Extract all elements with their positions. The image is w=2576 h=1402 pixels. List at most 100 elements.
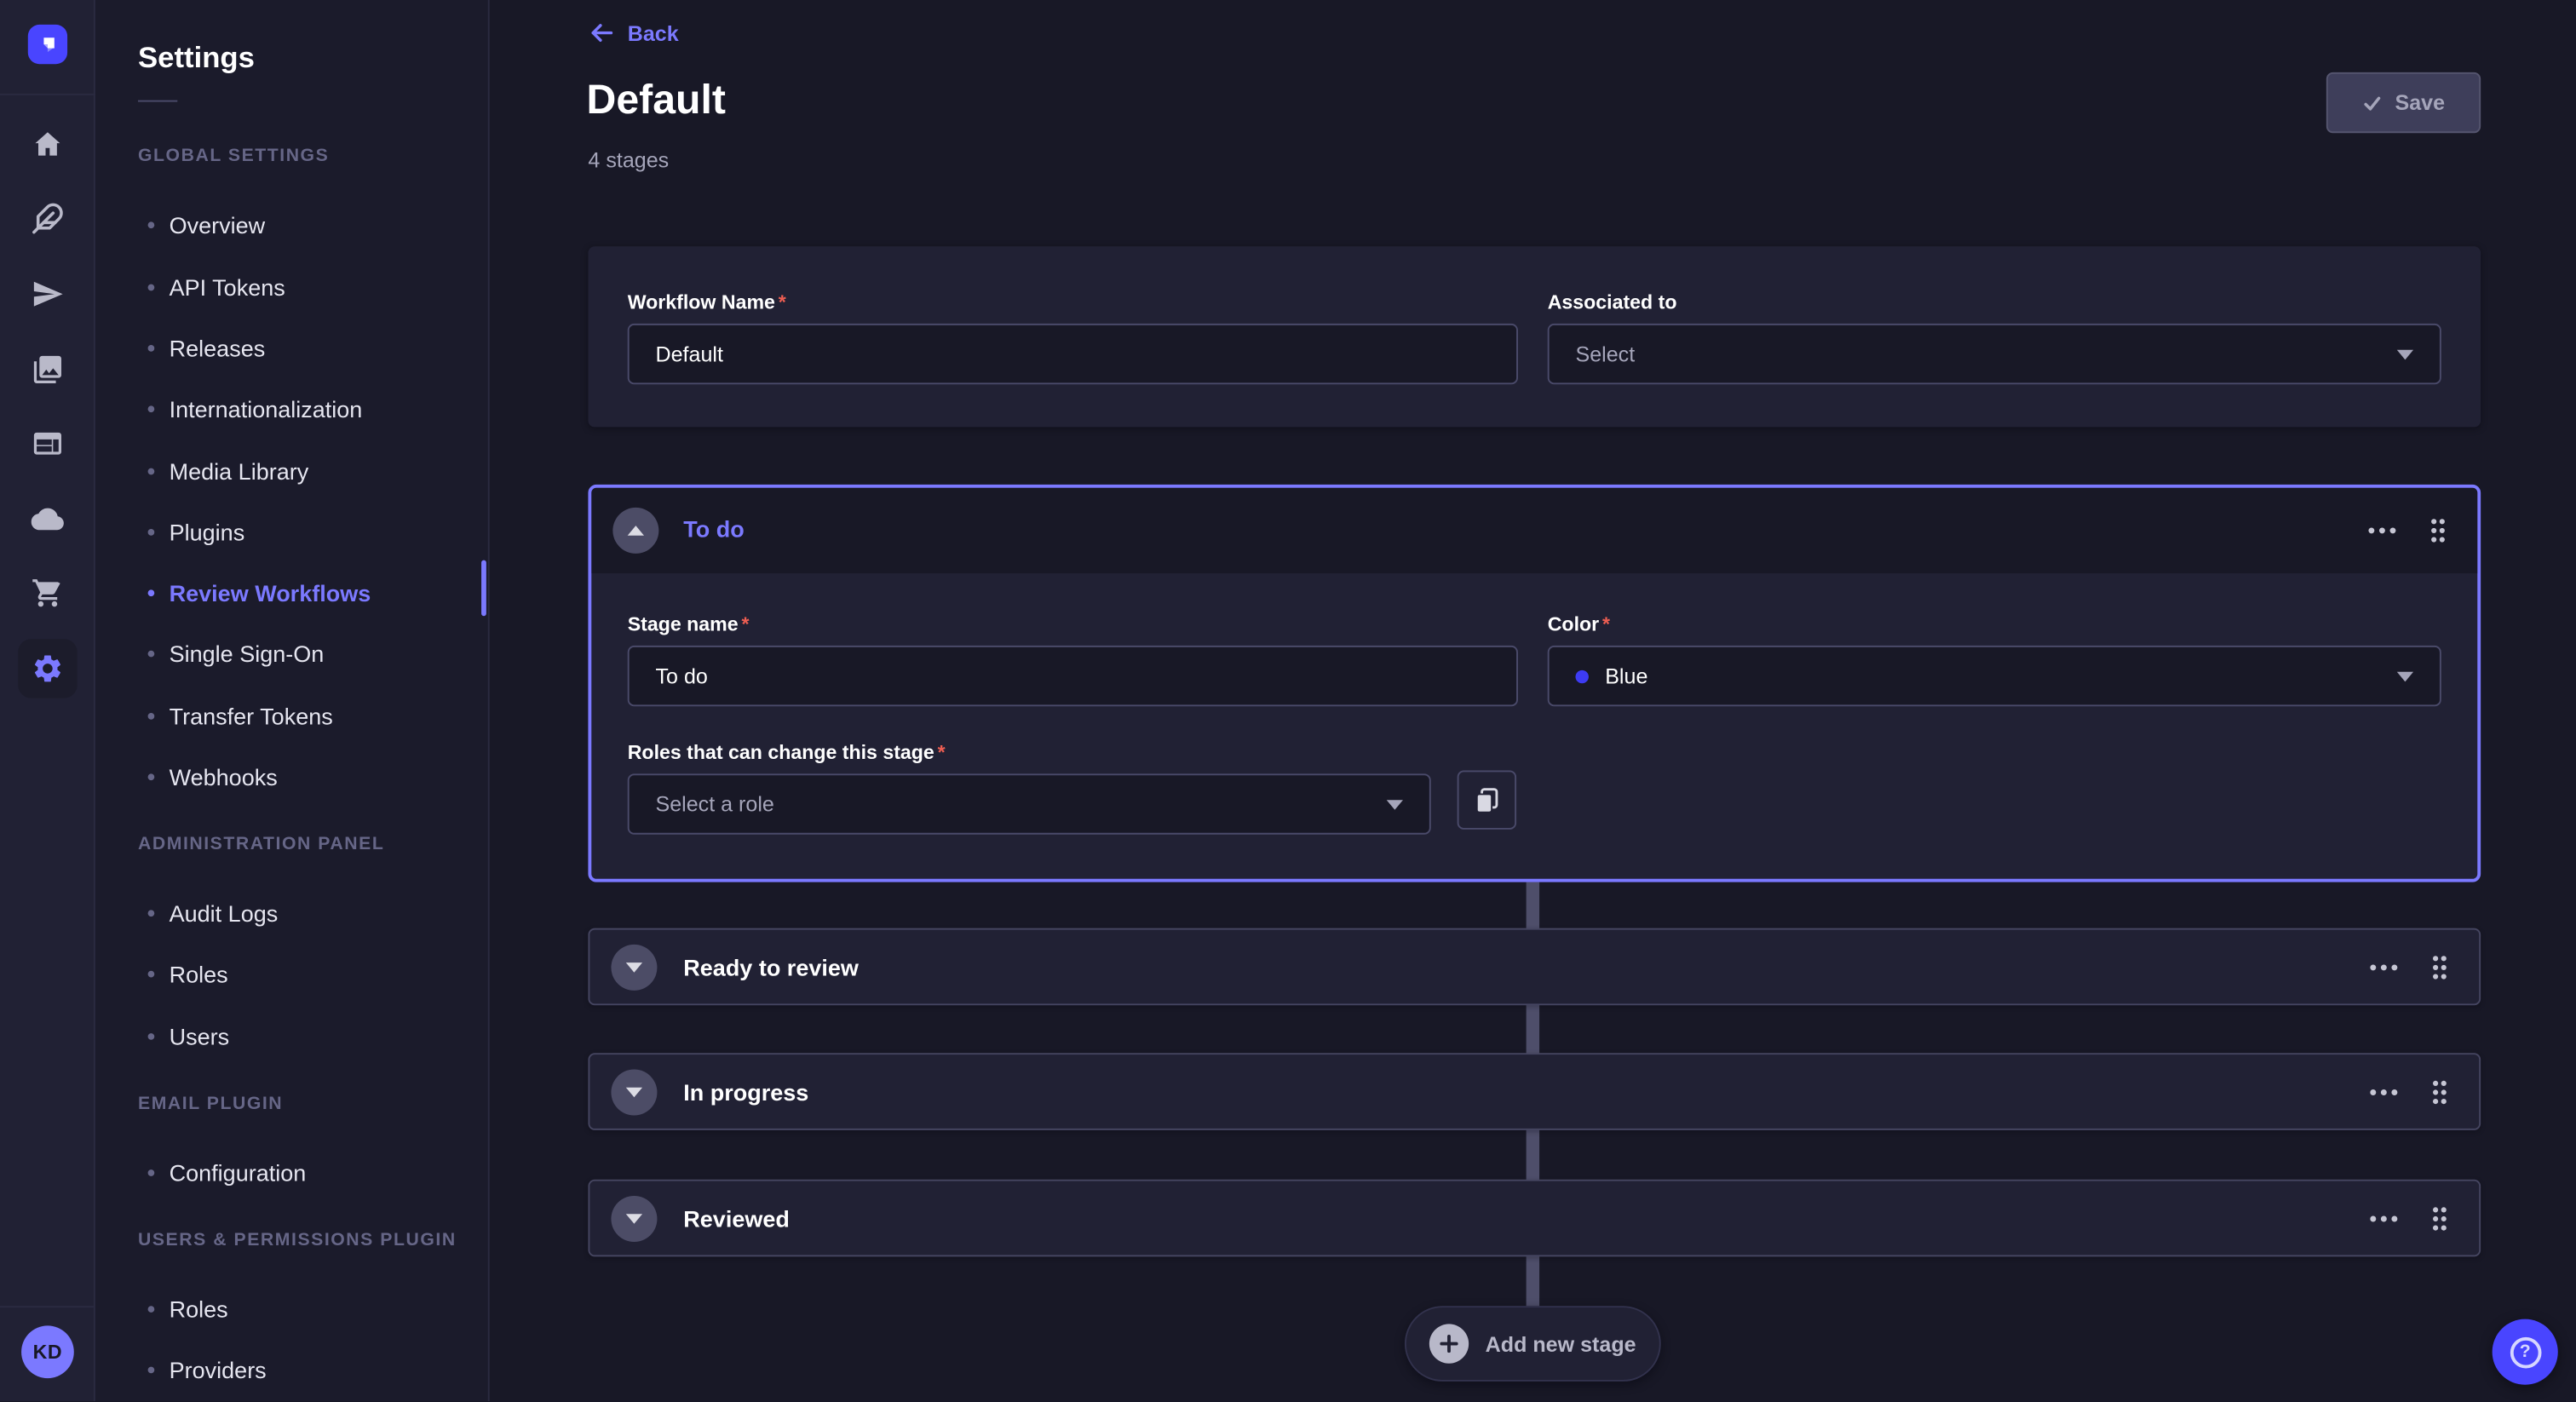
drag-handle[interactable] [2418,511,2458,550]
nav-marketplace-icon[interactable] [18,563,77,622]
stage-row-reviewed[interactable]: Reviewed [588,1180,2481,1257]
arrow-left-icon [588,20,614,46]
bullet-icon [148,971,155,978]
required-asterisk: * [1602,612,1610,635]
nav-home-icon[interactable] [18,115,77,174]
bullet-icon [148,1367,155,1374]
section-email-plugin: EMAIL PLUGIN [138,1094,283,1113]
bullet-icon [148,468,155,475]
sidebar-item-plugins[interactable]: Plugins [118,508,472,557]
stage-title: Ready to review [683,954,859,980]
nav-cloud-icon[interactable] [18,490,77,549]
stage-roles-select[interactable]: Select a role [628,773,1431,834]
sidebar-item-releases[interactable]: Releases [118,324,472,373]
save-button[interactable]: Save [2326,72,2481,133]
stage-title: To do [683,516,744,543]
sidebar-item-audit-logs[interactable]: Audit Logs [118,888,472,938]
workflow-details-card: Workflow Name* Associated to Select [588,246,2481,427]
workflow-name-field: Workflow Name* [628,290,1518,384]
ellipsis-icon [2369,1215,2399,1222]
check-icon [2362,93,2382,112]
bullet-icon [148,221,155,228]
title-divider [138,101,177,102]
sidebar-scrollbar-thumb[interactable] [481,560,486,617]
main-nav-rail: KD [0,0,95,1401]
chevron-down-icon [626,1214,642,1224]
sidebar-item-transfer-tokens[interactable]: Transfer Tokens [118,692,472,741]
stage-accordion-header[interactable]: To do [591,488,2477,573]
sidebar-item-single-sign-on[interactable]: Single Sign-On [118,629,472,679]
sidebar-item-admin-roles[interactable]: Roles [118,950,472,999]
back-link[interactable]: Back [588,20,678,46]
strapi-admin: KD Settings GLOBAL SETTINGS Overview API… [0,0,2576,1401]
collapse-stage-button[interactable] [612,508,658,554]
sidebar-title: Settings [138,41,255,75]
stage-options-button[interactable] [2364,948,2403,987]
associated-to-label: Associated to [1548,290,2441,313]
nav-settings-icon[interactable] [18,639,77,698]
bullet-icon [148,651,155,658]
chevron-down-icon [626,962,642,973]
bullet-icon [148,713,155,720]
avatar-initials: KD [33,1341,63,1364]
nav-media-library-icon[interactable] [18,340,77,399]
sidebar-item-review-workflows[interactable]: Review Workflows [118,568,472,618]
bullet-icon [148,345,155,352]
stage-name-label: Stage name* [628,612,1518,635]
workflow-name-input[interactable] [628,324,1518,384]
sidebar-item-webhooks[interactable]: Webhooks [118,752,472,802]
stage-title: In progress [683,1079,808,1106]
add-new-stage-button[interactable]: Add new stage [1405,1306,1661,1382]
expand-stage-button[interactable] [611,1069,657,1115]
stage-title: Reviewed [683,1206,790,1232]
required-asterisk: * [741,612,749,635]
drag-dots-icon [2431,1079,2447,1106]
strapi-logo[interactable] [28,25,67,64]
duplicate-roles-button[interactable] [1458,770,1516,829]
sidebar-item-internationalization[interactable]: Internationalization [118,384,472,434]
user-avatar[interactable]: KD [21,1325,74,1378]
expand-stage-button[interactable] [611,945,657,991]
bullet-icon [148,284,155,291]
bullet-icon [148,589,155,596]
sidebar-item-media-library[interactable]: Media Library [118,447,472,497]
question-mark-icon: ? [2510,1336,2541,1368]
nav-content-type-builder-icon[interactable] [18,189,77,248]
stage-row-in-progress[interactable]: In progress [588,1053,2481,1130]
drag-handle[interactable] [2420,1072,2459,1112]
drag-handle[interactable] [2420,1199,2459,1238]
copy-icon [1470,784,1504,817]
stage-color-label: Color* [1548,612,2441,635]
bullet-icon [148,1306,155,1313]
sidebar-item-email-configuration[interactable]: Configuration [118,1148,472,1198]
chevron-down-icon [626,1088,642,1098]
associated-to-field: Associated to Select [1548,290,2441,384]
bullet-icon [148,529,155,536]
bullet-icon [148,1169,155,1176]
associated-to-select[interactable]: Select [1548,324,2441,384]
bullet-icon [148,910,155,916]
sidebar-item-api-tokens[interactable]: API Tokens [118,263,472,313]
stage-row-ready-to-review[interactable]: Ready to review [588,928,2481,1006]
stage-name-input[interactable] [628,646,1518,706]
section-global-settings: GLOBAL SETTINGS [138,147,329,166]
drag-handle[interactable] [2420,948,2459,987]
stage-name-field: Stage name* [628,612,1518,706]
ellipsis-icon [2367,527,2397,534]
required-asterisk: * [938,741,946,764]
sidebar-item-up-roles[interactable]: Roles [118,1284,472,1334]
sidebar-item-overview[interactable]: Overview [118,200,472,250]
ellipsis-icon [2369,1089,2399,1096]
sidebar-item-admin-users[interactable]: Users [118,1012,472,1061]
ellipsis-icon [2369,964,2399,971]
nav-deploy-icon[interactable] [18,264,77,323]
stage-options-button[interactable] [2362,511,2401,550]
required-asterisk: * [779,290,786,313]
stage-color-select[interactable]: Blue [1548,646,2441,706]
stage-options-button[interactable] [2364,1072,2403,1112]
nav-content-manager-icon[interactable] [18,414,77,473]
sidebar-item-up-providers[interactable]: Providers [118,1345,472,1394]
expand-stage-button[interactable] [611,1196,657,1242]
help-button[interactable]: ? [2493,1319,2558,1385]
stage-options-button[interactable] [2364,1199,2403,1238]
